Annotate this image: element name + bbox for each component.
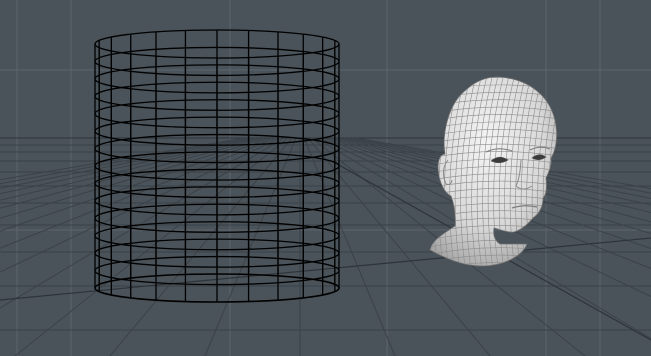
head-wire-loop <box>560 70 577 270</box>
ground-grid-column <box>0 137 253 189</box>
wireframe-cylinder[interactable] <box>94 29 340 303</box>
ground-grid-column <box>0 137 261 201</box>
ground-grid-column <box>0 137 265 209</box>
3d-viewport[interactable] <box>0 0 651 356</box>
ground-grid-column <box>0 137 269 219</box>
head-surface[interactable] <box>429 76 558 267</box>
head-wire-loop <box>553 77 557 266</box>
head-wire-loop <box>548 77 557 266</box>
head-mesh[interactable] <box>420 70 577 271</box>
viewport-background-grid <box>0 0 651 356</box>
ground-grid-column <box>0 137 273 232</box>
viewport-canvas[interactable] <box>0 0 651 356</box>
